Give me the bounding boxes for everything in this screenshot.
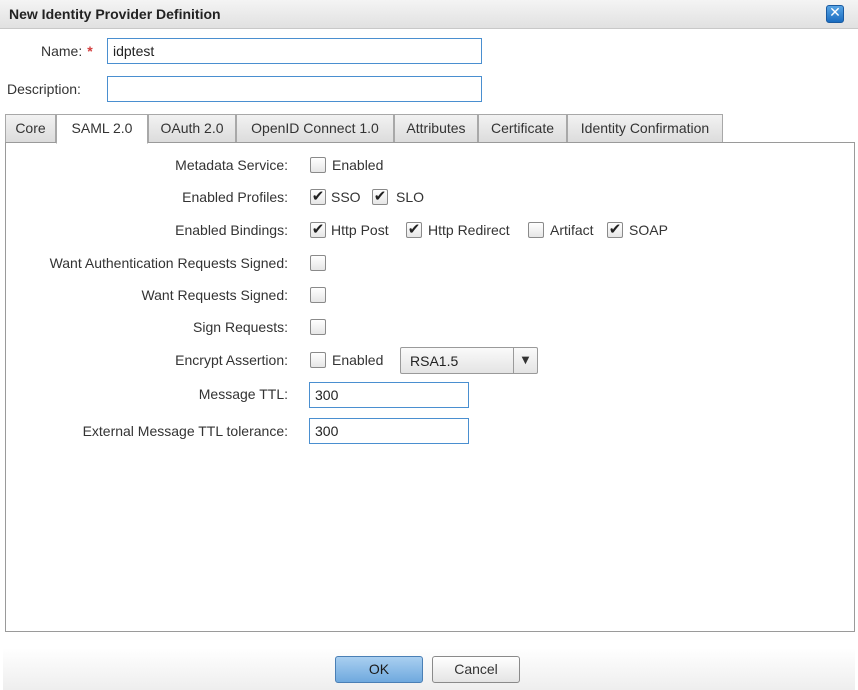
want-requests-signed-checkbox[interactable] [310,287,326,303]
encrypt-assertion-checkbox[interactable] [310,352,326,368]
tab-certificate[interactable]: Certificate [478,114,567,143]
required-icon: * [87,43,93,59]
encrypt-assertion-option: Enabled [332,352,384,368]
slo-label: SLO [396,189,425,205]
metadata-service-option: Enabled [332,157,384,173]
sign-requests-label: Sign Requests: [193,319,288,335]
encrypt-assertion-label: Encrypt Assertion: [175,352,288,368]
cancel-button[interactable]: Cancel [432,656,520,683]
soap-checkbox[interactable]: ✔ [607,222,623,238]
artifact-label: Artifact [550,222,594,238]
want-auth-requests-signed-checkbox[interactable] [310,255,326,271]
ok-button[interactable]: OK [335,656,423,683]
slo-checkbox[interactable]: ✔ [372,189,388,205]
name-label: Name: [41,43,83,59]
dialog-titlebar: New Identity Provider Definition ✕ [0,0,858,29]
http-redirect-checkbox[interactable]: ✔ [406,222,422,238]
dialog-footer [3,648,855,690]
tab-core[interactable]: Core [5,114,56,143]
want-requests-signed-label: Want Requests Signed: [141,287,288,303]
metadata-service-checkbox[interactable] [310,157,326,173]
sso-label: SSO [331,189,361,205]
http-post-checkbox[interactable]: ✔ [310,222,326,238]
http-post-label: Http Post [331,222,389,238]
enabled-profiles-label: Enabled Profiles: [182,189,288,205]
artifact-checkbox[interactable] [528,222,544,238]
description-input[interactable] [107,76,482,102]
name-label-row: Name: * [41,43,93,59]
enabled-bindings-label: Enabled Bindings: [175,222,288,238]
message-ttl-input[interactable]: 300 [309,382,469,408]
external-ttl-tolerance-label: External Message TTL tolerance: [82,423,288,439]
message-ttl-label: Message TTL: [198,386,288,402]
tab-saml[interactable]: SAML 2.0 [56,114,148,144]
dialog-title: New Identity Provider Definition [9,6,221,22]
sign-requests-checkbox[interactable] [310,319,326,335]
tab-oauth[interactable]: OAuth 2.0 [148,114,236,143]
encryption-algorithm-select[interactable]: RSA1.5 ▼ [400,347,538,374]
tab-attributes[interactable]: Attributes [394,114,478,143]
sso-checkbox[interactable]: ✔ [310,189,326,205]
http-redirect-label: Http Redirect [428,222,510,238]
encryption-algorithm-value: RSA1.5 [410,353,459,369]
want-auth-requests-signed-label: Want Authentication Requests Signed: [49,255,288,271]
close-icon[interactable]: ✕ [826,5,844,23]
metadata-service-label: Metadata Service: [175,157,288,173]
tab-identity-confirmation[interactable]: Identity Confirmation [567,114,723,143]
soap-label: SOAP [629,222,668,238]
chevron-down-icon[interactable]: ▼ [513,348,537,373]
external-ttl-tolerance-input[interactable]: 300 [309,418,469,444]
description-label: Description: [7,81,81,97]
tab-openid-connect[interactable]: OpenID Connect 1.0 [236,114,394,143]
name-input[interactable]: idptest [107,38,482,64]
